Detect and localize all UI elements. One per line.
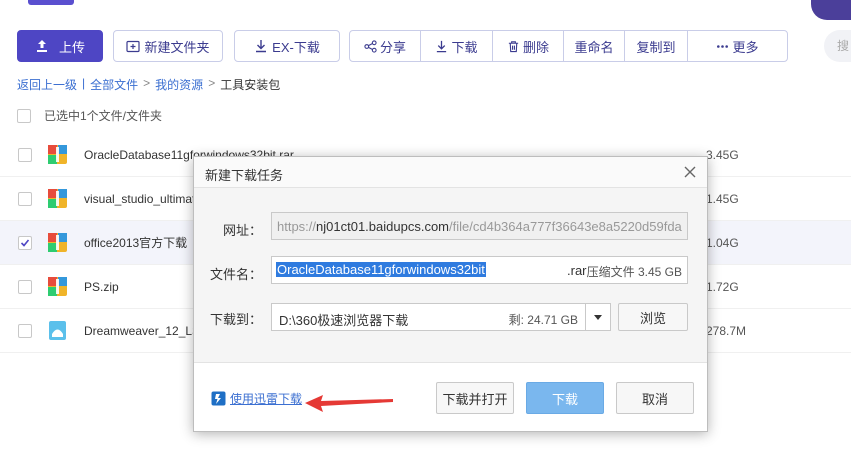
delete-button[interactable]: 删除 xyxy=(493,31,564,61)
file-name[interactable]: visual_studio_ultimate xyxy=(84,192,202,206)
top-band xyxy=(0,0,851,20)
download-and-open-button[interactable]: 下载并打开 xyxy=(436,382,514,414)
ex-download-button[interactable]: EX-下载 xyxy=(234,30,340,62)
upload-label: 上传 xyxy=(58,39,85,55)
upload-button[interactable]: 上传 xyxy=(17,30,103,62)
more-dots-icon xyxy=(717,44,729,48)
check-icon xyxy=(20,238,30,247)
copy-to-label: 复制到 xyxy=(636,39,676,55)
more-label: 更多 xyxy=(732,39,759,55)
url-host: nj01ct01.baidupcs.com xyxy=(316,219,450,234)
row-checkbox[interactable] xyxy=(18,191,32,206)
trash-icon xyxy=(508,40,519,52)
search-input[interactable]: 搜 xyxy=(824,30,851,62)
download-label: 下载 xyxy=(451,39,478,55)
rename-button[interactable]: 重命名 xyxy=(564,31,625,61)
url-path: /file/cd4b364a777f36643e8a5220d59fda xyxy=(449,219,682,234)
free-space: 剩: 24.71 GB xyxy=(508,313,578,327)
archive-icon xyxy=(48,189,67,208)
file-size: 1.04G xyxy=(706,235,739,250)
breadcrumb-all-files[interactable]: 全部文件 xyxy=(90,76,138,93)
new-folder-button[interactable]: 新建文件夹 xyxy=(113,30,223,62)
row-checkbox[interactable] xyxy=(18,323,32,338)
browse-button[interactable]: 浏览 xyxy=(618,303,688,331)
breadcrumb-separator: > xyxy=(143,76,151,90)
row-checkbox[interactable] xyxy=(18,279,32,294)
breadcrumb: 返回上一级 | 全部文件 > 我的资源 > 工具安装包 xyxy=(17,76,280,93)
file-name[interactable]: PS.zip xyxy=(84,280,119,294)
cancel-button[interactable]: 取消 xyxy=(616,382,694,414)
share-icon xyxy=(364,39,377,53)
breadcrumb-back[interactable]: 返回上一级 xyxy=(17,76,77,93)
more-button[interactable]: 更多 xyxy=(688,31,787,61)
dialog-title: 新建下载任务 xyxy=(205,168,284,183)
breadcrumb-my-resources[interactable]: 我的资源 xyxy=(155,76,203,93)
thunder-download-link[interactable]: 使用迅雷下载 xyxy=(211,390,302,407)
filename-selected-text: OracleDatabase11gforwindows32bit xyxy=(276,262,486,277)
archive-icon xyxy=(48,233,67,252)
path-dropdown-button[interactable] xyxy=(585,304,610,330)
share-label: 分享 xyxy=(379,39,406,55)
thunder-icon xyxy=(211,391,226,406)
ex-download-label: EX-下载 xyxy=(272,39,320,55)
header-corner xyxy=(811,0,851,20)
dialog-header: 新建下载任务 xyxy=(194,157,707,188)
upload-icon xyxy=(36,40,47,52)
save-path-select[interactable]: D:\360极速浏览器下载 剩: 24.71 GB xyxy=(271,303,611,331)
file-type-size: 压缩文件 3.45 GB xyxy=(586,265,682,279)
file-size: 3.45G xyxy=(706,147,739,162)
archive-icon xyxy=(48,277,67,296)
breadcrumb-current: 工具安装包 xyxy=(220,78,281,92)
filename-extension: .rar xyxy=(567,263,587,278)
installer-icon xyxy=(49,321,66,340)
filename-label: 文件名： xyxy=(209,267,262,282)
file-action-group: 分享 下载 删除 重命名 复制到 更多 xyxy=(349,30,788,62)
download-icon xyxy=(256,40,267,53)
rename-label: 重命名 xyxy=(574,39,614,55)
thunder-link-label: 使用迅雷下载 xyxy=(230,392,303,406)
delete-label: 删除 xyxy=(522,39,549,55)
url-field[interactable]: https://nj01ct01.baidupcs.com/file/cd4b3… xyxy=(271,212,688,240)
close-icon[interactable] xyxy=(683,165,697,179)
dialog-body: 网址： https://nj01ct01.baidupcs.com/file/c… xyxy=(194,188,707,363)
new-folder-icon xyxy=(126,40,141,53)
filename-input[interactable]: OracleDatabase11gforwindows32bit .rar 压缩… xyxy=(271,256,688,284)
caret-down-icon xyxy=(594,314,602,320)
download-button[interactable]: 下载 xyxy=(421,31,493,61)
copy-to-button[interactable]: 复制到 xyxy=(625,31,688,61)
file-name[interactable]: Dreamweaver_12_LS3 xyxy=(84,324,207,338)
file-size: 1.72G xyxy=(706,279,739,294)
breadcrumb-separator: > xyxy=(208,76,216,90)
download-confirm-button[interactable]: 下载 xyxy=(526,382,604,414)
file-name[interactable]: office2013官方下载 xyxy=(84,234,187,251)
save-path: D:\360极速浏览器下载 xyxy=(279,313,409,328)
file-size: 278.7M xyxy=(706,323,747,338)
share-button[interactable]: 分享 xyxy=(350,31,421,61)
new-download-dialog: 新建下载任务 网址： https://nj01ct01.baidupcs.com… xyxy=(193,156,708,432)
breadcrumb-divider: | xyxy=(82,76,86,90)
select-all-checkbox[interactable] xyxy=(17,108,31,123)
row-checkbox[interactable] xyxy=(18,235,32,250)
active-tab-indicator xyxy=(28,0,74,5)
download-icon xyxy=(437,40,447,52)
row-checkbox[interactable] xyxy=(18,147,32,162)
url-prefix: https:// xyxy=(277,219,317,234)
saveto-label: 下载到： xyxy=(209,312,262,327)
file-size: 1.45G xyxy=(706,191,739,206)
archive-icon xyxy=(48,145,67,164)
new-folder-label: 新建文件夹 xyxy=(144,39,210,55)
red-arrow-annotation xyxy=(305,395,393,412)
url-label: 网址： xyxy=(222,223,262,238)
selection-bar: 已选中1个文件/文件夹 xyxy=(17,107,162,124)
selection-count: 已选中1个文件/文件夹 xyxy=(44,109,163,123)
